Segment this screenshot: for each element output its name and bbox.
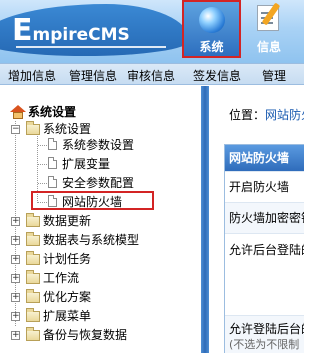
globe-icon: [199, 7, 225, 33]
tree-item-scheduled-tasks[interactable]: 计划任务: [43, 251, 91, 267]
panel-divider[interactable]: [201, 86, 209, 353]
logo-initial: E: [12, 13, 33, 48]
collapse-toggle[interactable]: −: [11, 125, 20, 134]
expand-toggle[interactable]: +: [11, 236, 20, 245]
folder-icon: [26, 213, 40, 227]
menu-issue-info[interactable]: 签发信息: [193, 67, 241, 84]
expand-toggle[interactable]: +: [11, 255, 20, 264]
expand-toggle[interactable]: +: [11, 293, 20, 302]
tree-connector: [38, 145, 47, 146]
row-note: (不选为不限制: [229, 338, 300, 351]
tree-connector: [38, 183, 47, 184]
app-logo[interactable]: EmpireCMS: [12, 13, 130, 48]
tree-item-optimization[interactable]: 优化方案: [43, 289, 91, 305]
tree-item-tables-models[interactable]: 数据表与系统模型: [43, 232, 139, 248]
tree-connector: [38, 164, 47, 165]
menu-bar: 增加信息 管理信息 审核信息 签发信息 管理: [0, 63, 304, 85]
tree-item-workflow[interactable]: 工作流: [43, 270, 79, 286]
menu-manage[interactable]: 管理: [262, 67, 286, 84]
app-header: EmpireCMS 系统 信息: [0, 0, 304, 63]
row-allowed-admin-login-label: 允许登陆后台的: [229, 322, 304, 336]
folder-icon: [26, 327, 40, 341]
folder-icon: [26, 270, 40, 284]
firewall-settings-table: 网站防火墙 开启防火墙 防火墙加密密钥 允许后台登陆的 允许登陆后台的 (不选为…: [224, 144, 304, 353]
tree-item-extend-vars[interactable]: 扩展变量: [62, 156, 110, 172]
table-title: 网站防火墙: [225, 145, 304, 171]
home-icon: [10, 105, 26, 119]
tree-item-security-params[interactable]: 安全参数配置: [62, 175, 134, 191]
folder-icon: [26, 232, 40, 246]
tree-item-system-params[interactable]: 系统参数设置: [62, 137, 134, 153]
menu-review-info[interactable]: 审核信息: [127, 67, 175, 84]
tree-item-backup-restore[interactable]: 备份与恢复数据: [43, 327, 127, 343]
page-icon: [48, 176, 57, 188]
tree-item-system-settings[interactable]: 系统设置: [43, 121, 91, 137]
expand-toggle[interactable]: +: [11, 217, 20, 226]
nav-info-button[interactable]: 信息: [246, 0, 296, 58]
content-panel: 位置：网站防火 网站防火墙 开启防火墙 防火墙加密密钥 允许后台登陆的 允许登陆…: [209, 86, 304, 353]
menu-manage-info[interactable]: 管理信息: [69, 67, 117, 84]
folder-icon: [26, 308, 40, 322]
nav-system-button[interactable]: 系统: [182, 0, 241, 58]
tree-item-data-update[interactable]: 数据更新: [43, 213, 91, 229]
row-allowed-admin-login: 允许登陆后台的 (不选为不限制: [225, 315, 304, 353]
breadcrumb-prefix: 位置：: [229, 108, 266, 122]
logo-underline: [16, 46, 166, 48]
folder-open-icon: [26, 121, 40, 135]
row-enable-firewall: 开启防火墙: [225, 171, 304, 202]
nav-system-label: 系统: [199, 40, 224, 54]
expand-toggle[interactable]: +: [11, 312, 20, 321]
nav-tree-panel: 系统设置 − 系统设置 系统参数设置 扩展变量 安全参数配置 网站防火墙 + 数…: [0, 86, 200, 353]
menu-add-info[interactable]: 增加信息: [8, 67, 56, 84]
expand-toggle[interactable]: +: [11, 274, 20, 283]
page-icon: [48, 157, 57, 169]
page-icon: [48, 138, 57, 150]
expand-toggle[interactable]: +: [11, 331, 20, 340]
row-firewall-key: 防火墙加密密钥: [225, 202, 304, 233]
logo-text: mpireCMS: [32, 25, 130, 45]
breadcrumb-link[interactable]: 网站防火: [265, 108, 304, 122]
selection-highlight: [31, 191, 154, 210]
tree-root-label[interactable]: 系统设置: [28, 104, 76, 120]
nav-info-label: 信息: [256, 40, 281, 54]
tree-item-extend-menu[interactable]: 扩展菜单: [43, 308, 91, 324]
folder-icon: [26, 289, 40, 303]
breadcrumb: 位置：网站防火: [229, 106, 304, 123]
folder-icon: [26, 251, 40, 265]
